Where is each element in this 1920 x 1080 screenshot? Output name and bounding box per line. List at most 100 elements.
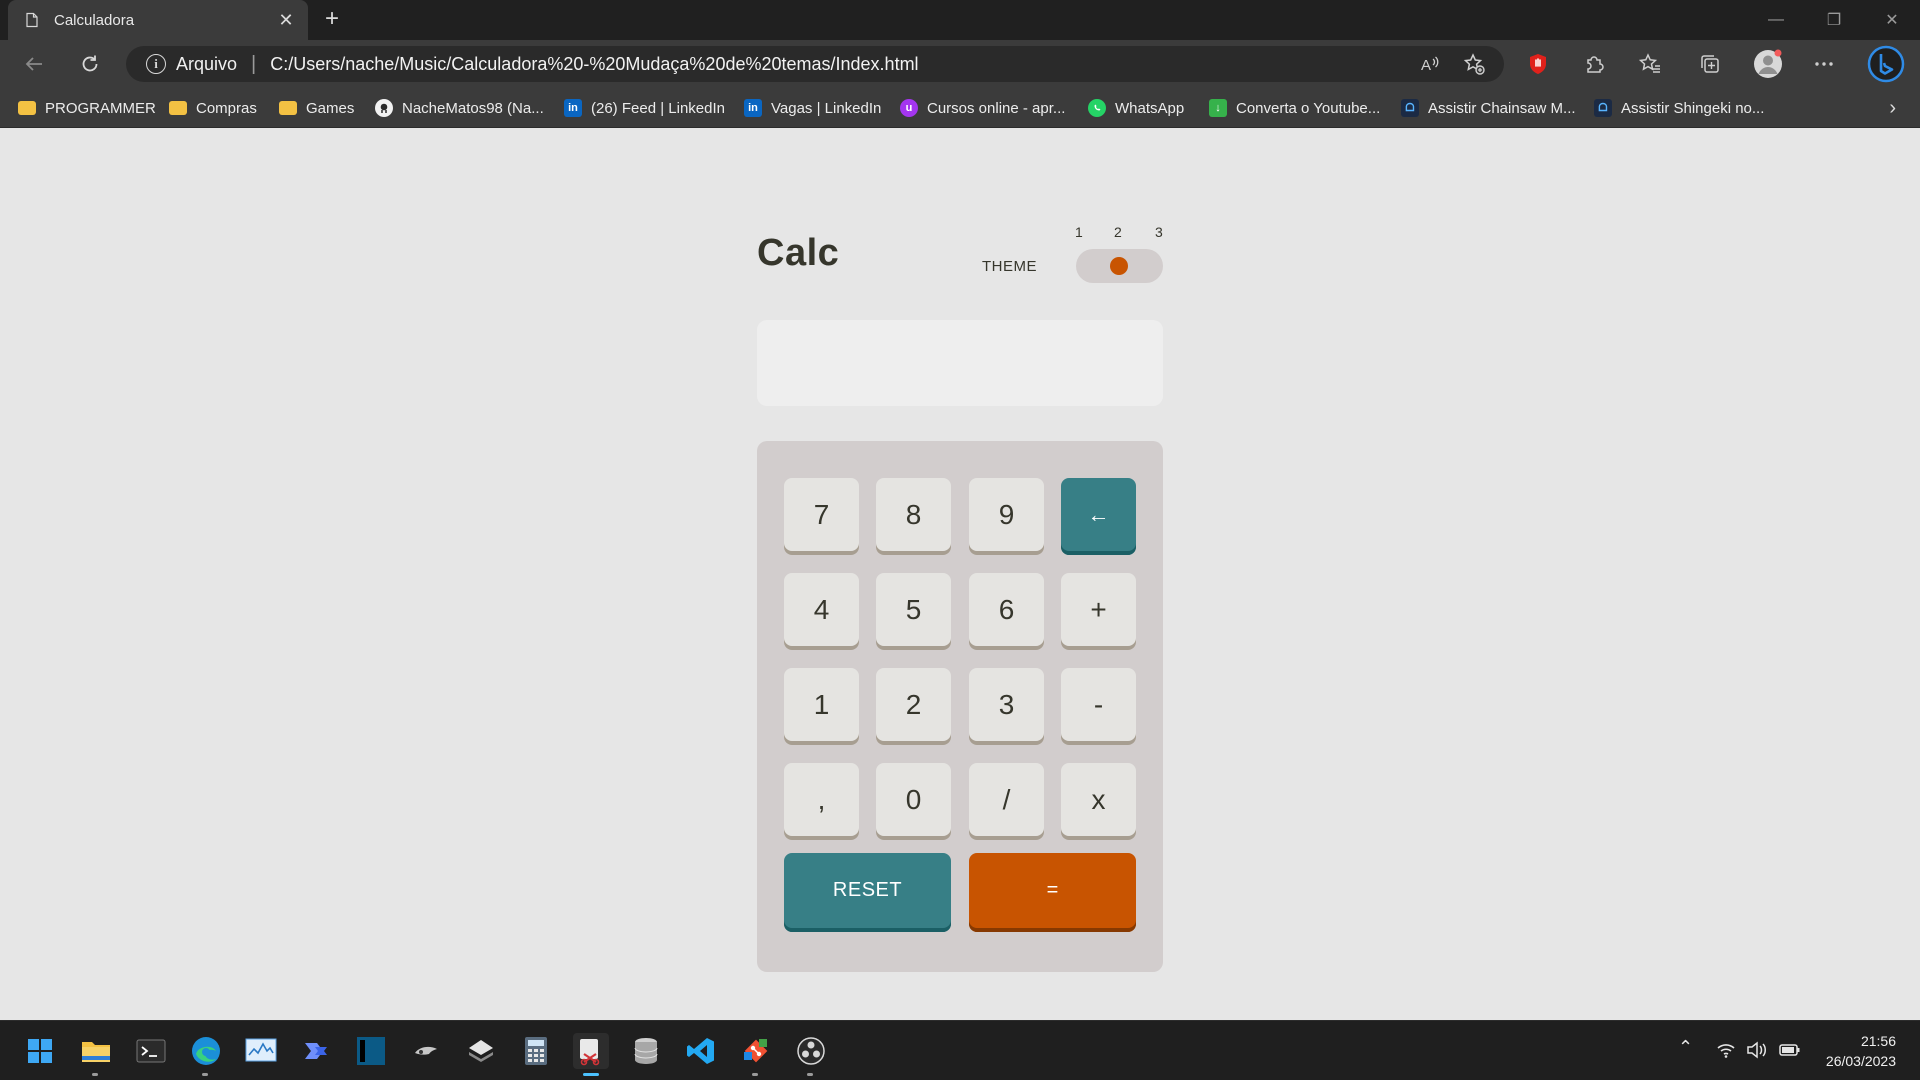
edge-browser-icon[interactable] (188, 1033, 224, 1076)
intellij-icon[interactable] (353, 1033, 389, 1069)
chevron-up-icon[interactable]: ⌃ (1678, 1037, 1693, 1058)
browser-tab-calculadora[interactable]: Calculadora ✕ (8, 0, 308, 40)
anime-site-icon: ᗝ (1401, 99, 1419, 117)
theme-number-2: 2 (1114, 224, 1122, 240)
linkedin-icon: in (564, 99, 582, 117)
browser-toolbar: i Arquivo | C:/Users/nache/Music/Calcula… (0, 40, 1920, 88)
clock-time: 21:56 (1860, 1033, 1896, 1049)
calculator-app-icon[interactable] (518, 1033, 554, 1069)
chevron-right-icon[interactable]: › (1889, 97, 1896, 120)
equals-button[interactable]: = (969, 853, 1136, 932)
git-icon[interactable] (738, 1033, 774, 1076)
read-aloud-icon[interactable]: A (1416, 50, 1444, 78)
more-options-icon[interactable] (1808, 48, 1840, 80)
bookmark-programmer[interactable]: PROGRAMMER (18, 97, 156, 119)
bookmark-compras[interactable]: Compras (169, 97, 257, 119)
bookmark-chainsaw[interactable]: ᗝ Assistir Chainsaw M... (1401, 97, 1576, 119)
resource-monitor-icon[interactable] (243, 1033, 279, 1069)
new-tab-icon[interactable]: + (318, 6, 346, 34)
file-explorer-icon[interactable] (78, 1033, 114, 1076)
vscode-icon[interactable] (683, 1033, 719, 1069)
key-2[interactable]: 2 (876, 668, 951, 745)
key-4[interactable]: 4 (784, 573, 859, 650)
url-text[interactable]: C:/Users/nache/Music/Calculadora%20-%20M… (270, 54, 918, 75)
bing-chat-icon[interactable] (1866, 44, 1906, 84)
snipping-tool-icon[interactable] (573, 1033, 609, 1076)
minus-button[interactable]: - (1061, 668, 1136, 745)
volume-icon[interactable] (1746, 1041, 1768, 1063)
github-icon (375, 99, 393, 117)
back-arrow-icon[interactable] (18, 48, 50, 80)
database-icon[interactable] (628, 1033, 664, 1069)
bookmarks-bar: PROGRAMMER Compras Games NacheMatos98 (N… (0, 88, 1920, 128)
download-icon: ↓ (1209, 99, 1227, 117)
bookmark-label: Assistir Chainsaw M... (1428, 99, 1576, 117)
wifi-icon[interactable] (1716, 1041, 1736, 1063)
obs-studio-icon[interactable] (793, 1033, 829, 1076)
folder-icon (169, 101, 187, 115)
game-icon[interactable] (408, 1033, 444, 1069)
multiply-button[interactable]: x (1061, 763, 1136, 840)
divide-button[interactable]: / (969, 763, 1044, 840)
key-8[interactable]: 8 (876, 478, 951, 555)
bookmark-udemy[interactable]: u Cursos online - apr... (900, 97, 1065, 119)
restore-icon[interactable]: ❐ (1806, 0, 1862, 40)
add-favorite-icon[interactable] (1460, 50, 1488, 78)
collections-icon[interactable] (1694, 48, 1726, 80)
theme-number-1: 1 (1075, 224, 1083, 240)
windows-start-icon[interactable] (22, 1033, 58, 1069)
bookmark-label: Games (306, 99, 355, 117)
address-separator: | (251, 52, 257, 75)
theme-number-3: 3 (1155, 224, 1163, 240)
key-3[interactable]: 3 (969, 668, 1044, 745)
folder-icon (279, 101, 297, 115)
whatsapp-icon (1088, 99, 1106, 117)
bookmark-linkedin-jobs[interactable]: in Vagas | LinkedIn (744, 97, 881, 119)
bookmark-shingeki[interactable]: ᗝ Assistir Shingeki no... (1594, 97, 1764, 119)
refresh-icon[interactable] (74, 48, 106, 80)
comma-button[interactable]: , (784, 763, 859, 840)
bookmark-label: Converta o Youtube... (1236, 99, 1381, 117)
info-icon[interactable]: i (146, 54, 166, 74)
bookmark-label: Assistir Shingeki no... (1621, 99, 1765, 117)
key-5[interactable]: 5 (876, 573, 951, 650)
bookmark-whatsapp[interactable]: WhatsApp (1088, 97, 1184, 119)
key-6[interactable]: 6 (969, 573, 1044, 650)
udemy-icon: u (900, 99, 918, 117)
theme-toggle[interactable] (1076, 249, 1163, 283)
profile-avatar-icon[interactable] (1752, 48, 1784, 80)
taskbar-clock[interactable]: 21:56 26/03/2023 (1826, 1031, 1896, 1071)
theme-label: THEME (982, 258, 1037, 275)
tab-title: Calculadora (54, 11, 135, 29)
address-bar[interactable]: i Arquivo | C:/Users/nache/Music/Calcula… (126, 46, 1504, 82)
key-0[interactable]: 0 (876, 763, 951, 840)
bookmark-games[interactable]: Games (279, 97, 354, 119)
calculator-page: Calc THEME 1 2 3 7 8 9 ← 4 5 6 + 1 2 3 -… (0, 128, 1920, 1020)
close-window-icon[interactable]: ✕ (1864, 0, 1920, 40)
page-title: Calc (757, 232, 840, 274)
battery-icon[interactable] (1778, 1041, 1802, 1063)
bookmark-linkedin-feed[interactable]: in (26) Feed | LinkedIn (564, 97, 725, 119)
bookmark-label: Cursos online - apr... (927, 99, 1066, 117)
bookmark-github[interactable]: NacheMatos98 (Na... (375, 97, 544, 119)
key-7[interactable]: 7 (784, 478, 859, 555)
bookmark-youtube-converter[interactable]: ↓ Converta o Youtube... (1209, 97, 1380, 119)
virtual-machine-icon[interactable] (463, 1033, 499, 1069)
tab-close-icon[interactable]: ✕ (276, 10, 296, 31)
reset-button[interactable]: RESET (784, 853, 951, 932)
terminal-icon[interactable] (133, 1033, 169, 1069)
favorites-icon[interactable] (1634, 48, 1666, 80)
adblock-extension-icon[interactable] (1522, 48, 1554, 80)
key-9[interactable]: 9 (969, 478, 1044, 555)
extensions-icon[interactable] (1578, 48, 1610, 80)
bookmark-label: (26) Feed | LinkedIn (591, 99, 725, 117)
minimize-icon[interactable]: — (1748, 0, 1804, 40)
address-prefix: Arquivo (176, 53, 238, 74)
plus-button[interactable]: + (1061, 573, 1136, 650)
theme-toggle-knob[interactable] (1110, 257, 1128, 275)
bookmark-label: WhatsApp (1115, 99, 1185, 117)
key-1[interactable]: 1 (784, 668, 859, 745)
keypad: 7 8 9 ← 4 5 6 + 1 2 3 - , 0 / x RESET = (757, 441, 1163, 972)
backspace-button[interactable]: ← (1061, 478, 1136, 555)
power-automate-icon[interactable] (298, 1033, 334, 1069)
